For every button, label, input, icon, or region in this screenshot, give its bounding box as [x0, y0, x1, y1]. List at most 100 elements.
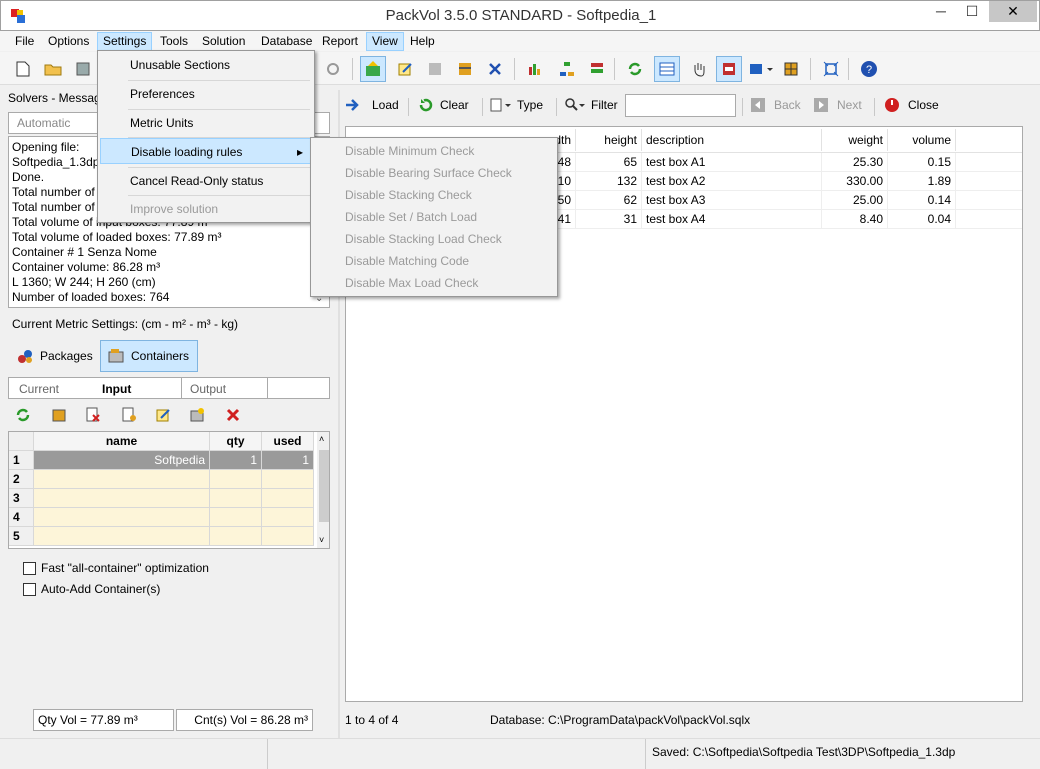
fast-optimization-checkbox[interactable] — [23, 561, 36, 575]
auto-add-checkbox[interactable] — [23, 582, 36, 596]
menu-solution[interactable]: Solution — [196, 32, 251, 51]
load-button[interactable]: Load — [344, 92, 399, 118]
open-folder-icon[interactable] — [40, 56, 66, 82]
maximize-button[interactable]: ☐ — [957, 1, 987, 22]
grid-cell-qty[interactable] — [210, 527, 262, 546]
filter-button[interactable]: Filter — [564, 92, 618, 118]
grid-header-used[interactable]: used — [262, 432, 314, 451]
close-button[interactable]: Close — [884, 92, 939, 118]
grid-cell-name[interactable] — [34, 508, 210, 527]
menu-tools[interactable]: Tools — [154, 32, 194, 51]
grid-cell-used[interactable] — [262, 470, 314, 489]
window-grid-icon[interactable] — [778, 56, 804, 82]
container-db-icon[interactable] — [46, 402, 72, 428]
new-container-icon[interactable] — [184, 402, 210, 428]
row-number[interactable]: 4 — [9, 508, 34, 527]
cell-description: test box A1 — [642, 153, 822, 172]
tab-containers[interactable]: Containers — [100, 340, 198, 372]
menu-item-preferences[interactable]: Preferences — [100, 81, 312, 107]
back-button[interactable]: Back — [750, 92, 801, 118]
col-header-volume[interactable]: volume — [888, 129, 956, 151]
grid-cell-used[interactable] — [262, 508, 314, 527]
col-header-height[interactable]: height — [576, 129, 642, 151]
color-dropdown-icon[interactable] — [746, 56, 776, 82]
auto-add-option[interactable]: Auto-Add Container(s) — [23, 582, 160, 596]
menu-settings[interactable]: Settings — [97, 32, 153, 51]
tab-packages[interactable]: Packages — [10, 341, 102, 371]
grid-view-icon[interactable] — [654, 56, 680, 82]
close-window-button[interactable]: ✕ — [989, 1, 1037, 22]
fit-screen-icon[interactable] — [818, 56, 844, 82]
grid-cell-name[interactable] — [34, 489, 210, 508]
grid-cell-qty[interactable]: 1 — [210, 451, 262, 470]
menu-item-metric-units[interactable]: Metric Units — [100, 110, 312, 136]
row-number[interactable]: 3 — [9, 489, 34, 508]
edit-icon[interactable] — [392, 56, 418, 82]
grid-scrollbar[interactable]: ˄ ˅ — [317, 432, 329, 548]
add-file-icon[interactable] — [116, 402, 142, 428]
grid-cell-name[interactable] — [34, 527, 210, 546]
saved-path: Saved: C:\Softpedia\Softpedia Test\3DP\S… — [652, 745, 956, 759]
menu-item-cancel-read-only[interactable]: Cancel Read-Only status — [100, 168, 312, 194]
hand-icon[interactable] — [686, 56, 712, 82]
fast-optimization-option[interactable]: Fast "all-container" optimization — [23, 561, 209, 575]
database-icon[interactable] — [452, 56, 478, 82]
grid-cell-name[interactable] — [34, 470, 210, 489]
refresh-icon[interactable] — [622, 56, 648, 82]
menu-file[interactable]: File — [9, 32, 40, 51]
row-number[interactable]: 2 — [9, 470, 34, 489]
delete-file-icon[interactable] — [80, 402, 106, 428]
grid-cell-qty[interactable] — [210, 508, 262, 527]
menu-item-disable-loading-rules[interactable]: Disable loading rules ▸ — [100, 138, 312, 164]
filter-input[interactable] — [625, 94, 736, 117]
type-button[interactable]: Type — [490, 92, 543, 118]
hierarchy-icon[interactable] — [554, 56, 580, 82]
grid-cell-name[interactable]: Softpedia — [34, 451, 210, 470]
row-number[interactable]: 1 — [9, 451, 34, 470]
col-header-weight[interactable]: weight — [822, 129, 888, 151]
next-button[interactable]: Next — [813, 92, 862, 118]
menu-view[interactable]: View — [366, 32, 404, 51]
menu-database[interactable]: Database — [255, 32, 318, 51]
submenu-item: Disable Minimum Check — [345, 144, 475, 158]
menu-item-unusable-sections[interactable]: Unusable Sections — [100, 52, 312, 78]
grid-header-name[interactable]: name — [34, 432, 210, 451]
minimize-button[interactable]: ─ — [926, 1, 956, 22]
subtab-current[interactable]: Current — [19, 382, 59, 396]
subtab-input[interactable]: Input — [102, 382, 131, 396]
grid-cell-used[interactable] — [262, 489, 314, 508]
help-icon[interactable]: ? — [856, 56, 882, 82]
cell-height: 31 — [576, 210, 642, 229]
subtab-output[interactable]: Output — [190, 382, 226, 396]
layout-icon[interactable] — [716, 56, 742, 82]
save-icon[interactable] — [70, 56, 96, 82]
col-header-description[interactable]: description — [642, 129, 822, 151]
new-file-icon[interactable] — [10, 56, 36, 82]
menu-report[interactable]: Report — [316, 32, 364, 51]
box-gray-icon[interactable] — [422, 56, 448, 82]
svg-text:?: ? — [866, 64, 872, 76]
load-container-icon[interactable] — [360, 56, 386, 82]
grid-cell-qty[interactable] — [210, 489, 262, 508]
scroll-down-icon[interactable]: ˅ — [319, 535, 324, 545]
delete-icon[interactable] — [220, 402, 246, 428]
tools-icon[interactable] — [482, 56, 508, 82]
grid-cell-used[interactable]: 1 — [262, 451, 314, 470]
chart-icon[interactable] — [522, 56, 548, 82]
subtab-bar: Current Input Output — [8, 377, 330, 399]
cell-volume: 1.89 — [888, 172, 956, 191]
layers-icon[interactable] — [584, 56, 610, 82]
grid-header-qty[interactable]: qty — [210, 432, 262, 451]
menu-help[interactable]: Help — [404, 32, 441, 51]
scroll-thumb[interactable] — [319, 450, 329, 522]
scroll-up-icon[interactable]: ˄ — [319, 434, 324, 444]
edit-icon[interactable] — [150, 402, 176, 428]
refresh-icon[interactable] — [10, 402, 36, 428]
grid-cell-used[interactable] — [262, 527, 314, 546]
cell-weight: 25.00 — [822, 191, 888, 210]
menu-options[interactable]: Options — [42, 32, 95, 51]
settings-gear-icon[interactable] — [320, 56, 346, 82]
clear-button[interactable]: Clear — [418, 92, 469, 118]
grid-cell-qty[interactable] — [210, 470, 262, 489]
row-number[interactable]: 5 — [9, 527, 34, 546]
